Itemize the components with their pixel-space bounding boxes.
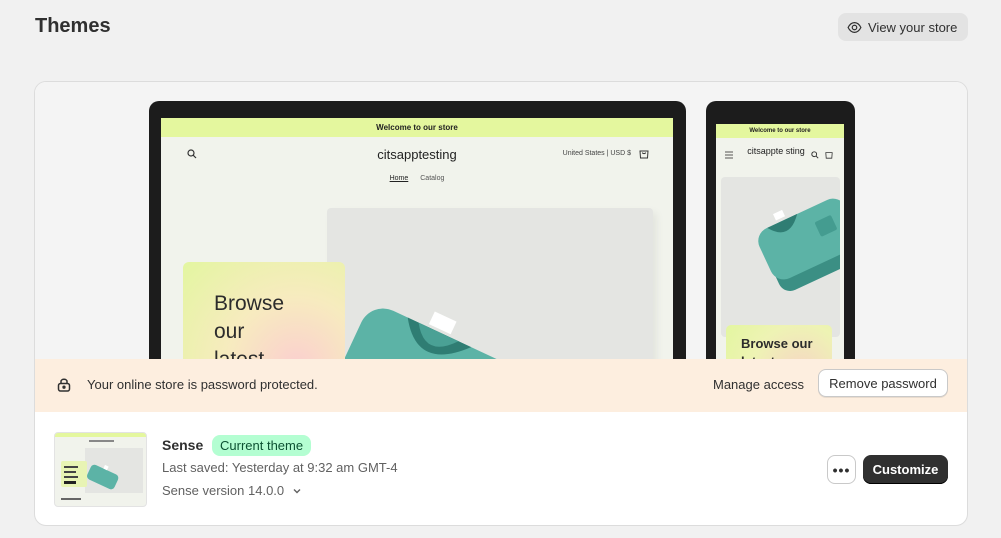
sweater-illustration	[337, 308, 572, 360]
theme-thumbnail[interactable]	[54, 432, 147, 507]
page-title: Themes	[35, 15, 111, 37]
cart-icon	[639, 150, 649, 159]
announcement-bar: Welcome to our store	[161, 118, 673, 137]
manage-access-link[interactable]: Manage access	[713, 377, 804, 392]
mobile-sweater-illustration	[758, 198, 844, 292]
password-banner: Your online store is password protected.…	[35, 359, 967, 412]
remove-password-button[interactable]: Remove password	[818, 369, 948, 397]
desktop-screen: Welcome to our store citsapptesting Unit…	[161, 118, 673, 360]
password-message: Your online store is password protected.	[87, 377, 318, 392]
hero-card: Browse our latest	[183, 262, 345, 360]
theme-version-toggle[interactable]: Sense version 14.0.0	[162, 483, 302, 498]
view-store-button[interactable]: View your store	[838, 13, 968, 41]
theme-card: Welcome to our store citsapptesting Unit…	[34, 81, 968, 526]
mobile-hero-heading: Browse our latest	[741, 336, 813, 360]
menu-icon	[725, 151, 733, 159]
last-saved-text: Last saved: Yesterday at 9:32 am GMT-4	[162, 460, 398, 475]
customize-button[interactable]: Customize	[863, 455, 948, 484]
desktop-preview: Welcome to our store citsapptesting Unit…	[149, 101, 686, 360]
theme-preview[interactable]: Welcome to our store citsapptesting Unit…	[35, 82, 967, 360]
mobile-hero-card: Browse our latest	[726, 325, 832, 360]
current-theme-badge: Current theme	[212, 435, 312, 456]
hero-image	[327, 208, 653, 360]
hero-heading: Browse our latest	[214, 292, 285, 360]
nav-item-home: Home	[389, 175, 409, 182]
region-selector: United States | USD $	[562, 150, 631, 157]
store-header: citsapptesting United States | USD $	[161, 137, 673, 173]
view-store-label: View your store	[868, 19, 958, 35]
chevron-down-icon	[293, 488, 301, 493]
theme-version-label: Sense version 14.0.0	[162, 483, 285, 498]
theme-thumbnail-preview	[55, 433, 146, 500]
lock-icon	[57, 378, 71, 392]
mobile-preview: Welcome to our store citsappte sting Bro…	[706, 101, 855, 360]
nav-item-catalog: Catalog	[420, 175, 445, 182]
store-nav: Home Catalog	[161, 175, 673, 182]
mobile-store-name: citsappte sting	[747, 146, 805, 156]
mobile-search-icon	[811, 151, 819, 159]
theme-name: Sense	[162, 437, 204, 453]
mobile-announcement-bar: Welcome to our store	[716, 124, 844, 138]
eye-icon	[847, 21, 862, 33]
mobile-cart-icon	[825, 152, 833, 159]
mobile-screen: Welcome to our store citsappte sting Bro…	[716, 124, 844, 360]
more-actions-button[interactable]: •••	[827, 455, 856, 484]
mobile-hero-image	[721, 177, 844, 337]
